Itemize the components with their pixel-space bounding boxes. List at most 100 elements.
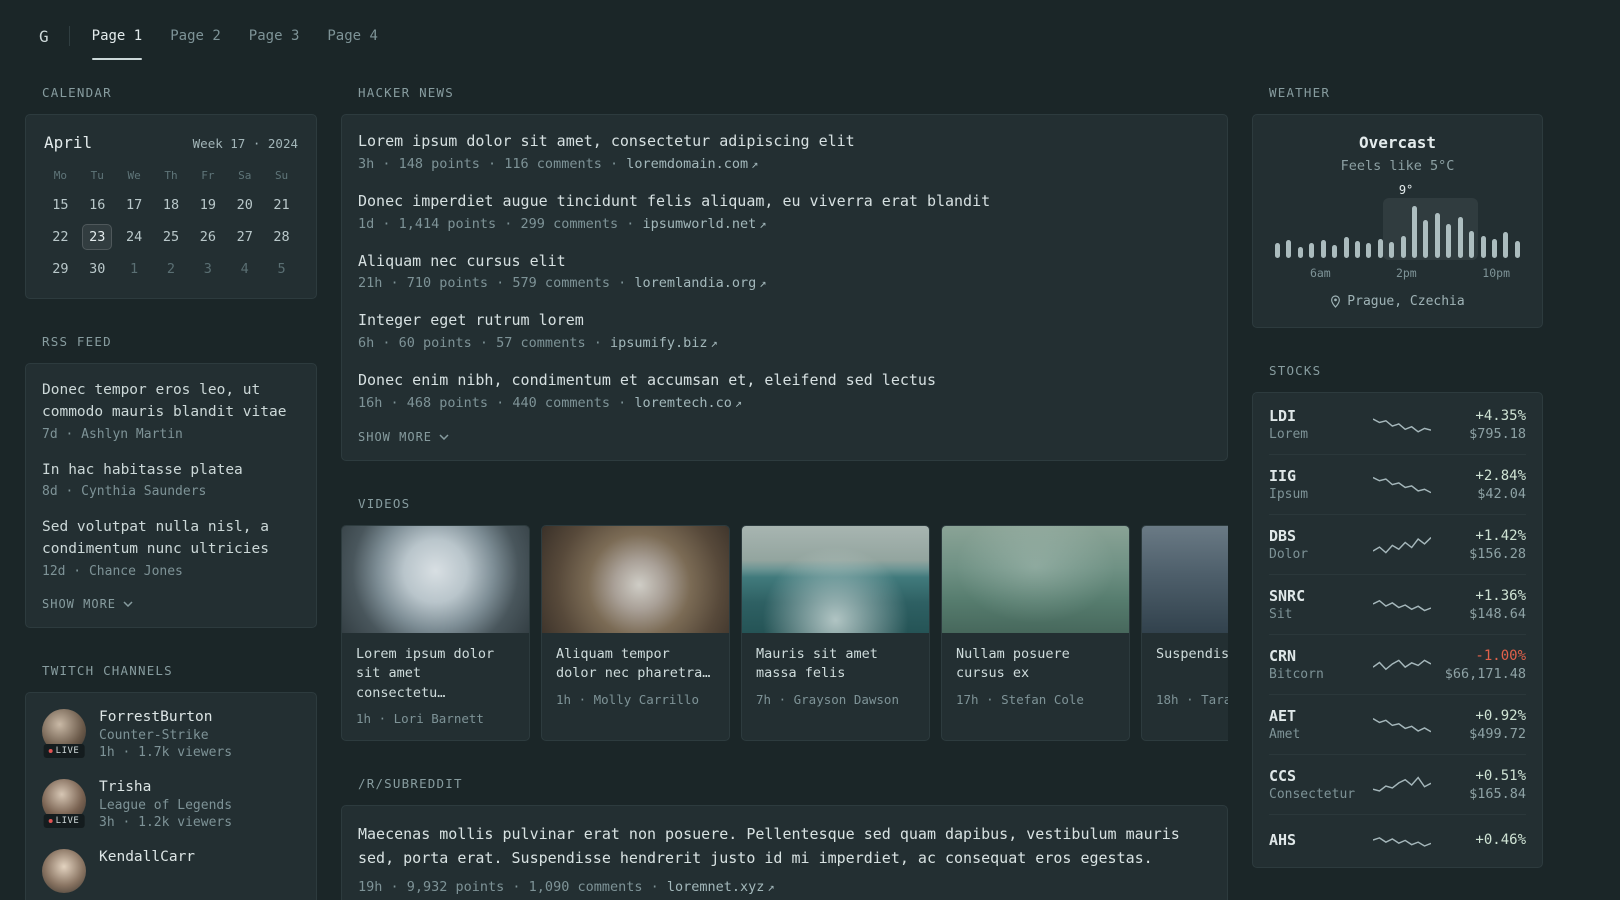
nav-tab[interactable]: Page 2 — [156, 12, 235, 60]
location-pin-icon — [1331, 295, 1341, 308]
video-title: Aliquam tempor dolor nec pharetra… — [556, 645, 711, 682]
hn-item-title[interactable]: Donec enim nibh, condimentum et accumsan… — [358, 370, 1211, 392]
hn-item-link[interactable]: ipsumify.biz ↗ — [610, 335, 718, 351]
chevron-down-icon — [123, 601, 133, 608]
top-nav: G Page 1 Page 2 Page 3 Page 4 — [25, 12, 1595, 60]
hn-item-link[interactable]: loremtech.co ↗ — [634, 395, 742, 411]
weather-bar — [1423, 219, 1429, 258]
weather-time-axis: 6am 2pm 10pm — [1271, 266, 1524, 281]
section-title-hackernews: HACKER NEWS — [358, 85, 454, 100]
hn-item-title[interactable]: Donec imperdiet augue tincidunt felis al… — [358, 191, 1211, 213]
hn-item: Lorem ipsum dolor sit amet, consectetur … — [358, 131, 1211, 172]
video-card[interactable]: Nullam posuere cursus ex 17h · Stefan Col… — [941, 524, 1130, 742]
video-thumbnail — [1142, 525, 1228, 633]
weather-bar — [1297, 246, 1303, 258]
rss-item-title[interactable]: Sed volutpat nulla nisl, a condimentum n… — [42, 517, 300, 561]
channel-avatar: LIVE — [42, 778, 86, 828]
stock-values: +1.36% $148.64 — [1439, 588, 1526, 622]
stock-row[interactable]: CRN Bitcorn -1.00% $66,171.48 — [1269, 634, 1526, 694]
calendar-day: 5 — [277, 261, 286, 277]
weather-bar — [1286, 240, 1292, 258]
stock-price: $165.84 — [1469, 785, 1526, 802]
weather-bar — [1434, 213, 1440, 258]
stock-row[interactable]: DBS Dolor +1.42% $156.28 — [1269, 514, 1526, 574]
channel-viewers: 1h · 1.7k viewers — [99, 744, 233, 760]
external-link-icon: ↗ — [759, 276, 767, 291]
stock-row[interactable]: AHS +0.46% — [1269, 814, 1526, 865]
hackernews-show-more-button[interactable]: SHOW MORE — [358, 430, 1211, 444]
stock-ticker: AET — [1269, 707, 1297, 725]
channel-name[interactable]: KendallCarr — [99, 849, 195, 865]
reddit-post-title[interactable]: Maecenas mollis pulvinar erat non posuer… — [358, 822, 1211, 870]
link-text: loremdomain.com — [626, 155, 749, 172]
channel-name[interactable]: ForrestBurton — [99, 709, 232, 725]
stock-row[interactable]: IIG Ipsum +2.84% $42.04 — [1269, 454, 1526, 514]
rss-item-title[interactable]: Donec tempor eros leo, ut commodo mauris… — [42, 380, 300, 424]
hn-item-meta-text: 1d · 1,414 points · 299 comments · — [358, 215, 643, 232]
link-text: ipsumworld.net — [642, 215, 757, 232]
calendar-day: 18 — [162, 197, 180, 213]
rss-item-meta: 12d · Chance Jones — [42, 563, 183, 579]
video-card[interactable]: Aliquam tempor dolor nec pharetra… 1h · M… — [541, 524, 730, 742]
video-title: Suspendisse diam — [1156, 645, 1228, 662]
reddit-post-meta-text: 19h · 9,932 points · 1,090 comments · — [358, 879, 667, 896]
stock-row[interactable]: CCS Consectetur +0.51% $165.84 — [1269, 754, 1526, 814]
link-text: loremtech.co — [634, 394, 732, 411]
section-title-videos: VIDEOS — [358, 495, 411, 511]
hn-item-title[interactable]: Aliquam nec cursus elit — [358, 251, 1211, 273]
stock-ticker: LDI — [1269, 407, 1297, 425]
hn-item-meta: 6h · 60 points · 57 comments · ipsumify.… — [358, 335, 1211, 351]
hn-item-title[interactable]: Lorem ipsum dolor sit amet, consectetur … — [358, 131, 1211, 153]
weather-bar — [1377, 238, 1383, 258]
calendar-week-label: Week 17 · 2024 — [192, 136, 298, 151]
weather-bar — [1366, 243, 1372, 258]
hn-item-meta: 1d · 1,414 points · 299 comments · ipsum… — [358, 216, 1211, 232]
twitch-channel[interactable]: KendallCarr — [42, 848, 300, 893]
stock-values: -1.00% $66,171.48 — [1439, 648, 1526, 682]
calendar-day: 15 — [52, 197, 69, 213]
hn-item-link[interactable]: loremdomain.com ↗ — [626, 156, 758, 172]
video-card[interactable]: Lorem ipsum dolor sit amet consectetu… 1h… — [341, 524, 530, 742]
stock-row[interactable]: LDI Lorem +4.35% $795.18 — [1269, 395, 1526, 454]
stock-identity: CCS Consectetur — [1269, 767, 1365, 802]
video-thumbnail — [342, 525, 529, 633]
stock-price: $66,171.48 — [1444, 665, 1526, 682]
hn-item-title[interactable]: Integer eget rutrum lorem — [358, 310, 1211, 332]
twitch-channel[interactable]: LIVE ForrestBurton Counter-Strike 1h · 1.7k… — [42, 708, 300, 760]
video-card[interactable]: Suspendisse diam 18h · Tara — [1141, 524, 1228, 742]
stock-row[interactable]: SNRC Sit +1.36% $148.64 — [1269, 574, 1526, 634]
live-badge: LIVE — [43, 813, 85, 828]
rss-item: In hac habitasse platea 8d · Cynthia Saun… — [42, 460, 300, 500]
hackernews-list: Lorem ipsum dolor sit amet, consectetur … — [358, 131, 1211, 411]
stock-row[interactable]: AET Amet +0.92% $499.72 — [1269, 694, 1526, 754]
stock-values: +4.35% $795.18 — [1439, 408, 1526, 442]
stock-change: -1.00% — [1475, 647, 1526, 664]
subreddit-widget: Maecenas mollis pulvinar erat non posuer… — [341, 805, 1228, 900]
stock-ticker: CRN — [1269, 647, 1297, 665]
video-meta: 7h · Grayson Dawson — [756, 691, 899, 707]
live-dot-icon — [48, 818, 53, 823]
video-thumbnail — [742, 525, 929, 633]
rss-show-more-button[interactable]: SHOW MORE — [42, 597, 300, 611]
stock-price: $42.04 — [1477, 485, 1526, 502]
hackernews-section: HACKER NEWS Lorem ipsum dolor sit amet, … — [341, 85, 1228, 461]
channel-info: Trisha League of Legends 3h · 1.2k viewers — [99, 779, 232, 830]
reddit-post-link[interactable]: loremnet.xyz ↗ — [667, 879, 775, 895]
nav-tab[interactable]: Page 1 — [78, 12, 157, 60]
hn-item-meta-text: 16h · 468 points · 440 comments · — [358, 394, 635, 411]
nav-tab[interactable]: Page 4 — [313, 12, 392, 60]
calendar-day: 17 — [125, 197, 143, 213]
weather-bar — [1309, 243, 1315, 258]
app-logo: G — [39, 26, 49, 46]
hn-item-link[interactable]: loremlandia.org ↗ — [634, 275, 766, 291]
video-body: Lorem ipsum dolor sit amet consectetu… 1h… — [342, 633, 529, 741]
rss-widget: Donec tempor eros leo, ut commodo mauris… — [25, 363, 317, 628]
channel-name[interactable]: Trisha — [99, 779, 232, 795]
twitch-channel[interactable]: LIVE Trisha League of Legends 3h · 1.2k vie… — [42, 778, 300, 830]
hn-item-link[interactable]: ipsumworld.net ↗ — [642, 216, 766, 232]
subreddit-section: /R/SUBREDDIT Maecenas mollis pulvinar er… — [341, 776, 1228, 900]
nav-tab[interactable]: Page 3 — [235, 12, 314, 60]
video-card[interactable]: Mauris sit amet massa felis 7h · Grayson … — [741, 524, 930, 742]
rss-item-title[interactable]: In hac habitasse platea — [42, 460, 300, 482]
video-title: Nullam posuere cursus ex — [956, 645, 1070, 682]
